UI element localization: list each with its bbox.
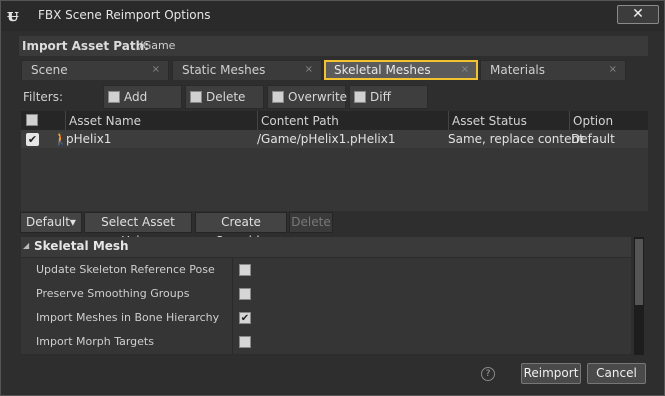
- reimport-options-window: ᵾ FBX Scene Reimport Options ✕ Import As…: [0, 0, 665, 396]
- tab-label: Static Meshes: [182, 63, 266, 77]
- filter-checkbox[interactable]: [354, 91, 366, 103]
- asset-table: Asset Name Content Path Asset Status Opt…: [21, 111, 648, 211]
- tab-close-icon[interactable]: ×: [152, 64, 160, 75]
- content-path-cell: /Game/pHelix1.pHelix1: [257, 132, 396, 146]
- asset-table-header: Asset Name Content Path Asset Status Opt…: [21, 111, 648, 142]
- delete-override-button[interactable]: Delete: [289, 212, 333, 233]
- import-path-value: /Game: [139, 39, 176, 52]
- column-header-asset-name[interactable]: Asset Name: [69, 114, 141, 128]
- filter-checkbox[interactable]: [108, 91, 120, 103]
- default-options-label: Default: [26, 215, 70, 229]
- filter-label: Add: [124, 90, 148, 104]
- tab-scene[interactable]: Scene ×: [21, 60, 169, 80]
- property-row: Import Meshes in Bone Hierarchy ✔: [21, 306, 631, 330]
- column-divider[interactable]: [65, 111, 66, 130]
- tab-static-meshes[interactable]: Static Meshes ×: [172, 60, 322, 80]
- filter-checkbox[interactable]: [190, 91, 202, 103]
- chevron-down-icon: ▾: [69, 215, 76, 229]
- asset-name-cell: pHelix1: [66, 132, 112, 146]
- property-label: Import Morph Targets: [36, 335, 154, 348]
- property-label: Import Meshes in Bone Hierarchy: [36, 311, 220, 324]
- column-divider[interactable]: [569, 111, 570, 130]
- unreal-logo-icon: ᵾ: [7, 5, 19, 26]
- asset-status-cell: Same, replace content: [448, 132, 584, 146]
- property-row: Preserve Smoothing Groups: [21, 282, 631, 306]
- column-header-asset-status[interactable]: Asset Status: [452, 114, 527, 128]
- details-scrollbar[interactable]: [634, 237, 644, 355]
- select-all-checkbox[interactable]: [26, 114, 38, 126]
- tab-label: Materials: [490, 63, 546, 77]
- filter-diff-toggle[interactable]: Diff: [349, 85, 428, 109]
- close-button[interactable]: ✕: [617, 5, 659, 24]
- category-skeletal-mesh[interactable]: ◢ Skeletal Mesh: [21, 237, 631, 257]
- property-label: Preserve Smoothing Groups: [36, 287, 190, 300]
- filter-checkbox[interactable]: [272, 91, 284, 103]
- import-path-label: Import Asset Path:: [22, 39, 149, 53]
- filter-label: Overwrite: [288, 90, 348, 104]
- column-header-content-path[interactable]: Content Path: [261, 114, 339, 128]
- option-name-cell: Default: [571, 132, 615, 146]
- property-divider[interactable]: [232, 282, 233, 306]
- help-icon[interactable]: ?: [481, 367, 495, 381]
- reimport-button[interactable]: Reimport: [521, 363, 581, 384]
- import-path-row: Import Asset Path: /Game: [19, 36, 648, 56]
- property-label: Update Skeleton Reference Pose: [36, 263, 215, 276]
- import-meshes-in-bone-hierarchy-checkbox[interactable]: ✔: [239, 312, 251, 324]
- column-divider[interactable]: [448, 111, 449, 130]
- window-title: FBX Scene Reimport Options: [38, 8, 211, 22]
- tab-close-icon[interactable]: ×: [305, 64, 313, 75]
- tab-skeletal-meshes[interactable]: Skeletal Meshes ×: [324, 60, 478, 80]
- property-divider[interactable]: [232, 258, 233, 282]
- title-bar[interactable]: ᵾ FBX Scene Reimport Options ✕: [1, 1, 664, 31]
- filters-label: Filters:: [23, 90, 64, 104]
- filter-label: Diff: [370, 90, 391, 104]
- property-row: Import Morph Targets: [21, 330, 631, 354]
- column-divider[interactable]: [257, 111, 258, 130]
- details-panel: ◢ Skeletal Mesh Update Skeleton Referenc…: [21, 237, 631, 355]
- tab-materials[interactable]: Materials ×: [480, 60, 626, 80]
- property-divider[interactable]: [232, 306, 233, 330]
- property-row: Update Skeleton Reference Pose: [21, 258, 631, 282]
- table-row[interactable]: ✔ 🚶 pHelix1 /Game/pHelix1.pHelix1 Same, …: [21, 130, 648, 148]
- collapse-triangle-icon[interactable]: ◢: [23, 241, 29, 250]
- import-morph-targets-checkbox[interactable]: [239, 336, 251, 348]
- row-checkbox[interactable]: ✔: [26, 133, 39, 146]
- scrollbar-thumb[interactable]: [635, 239, 643, 305]
- tab-close-icon[interactable]: ×: [609, 64, 617, 75]
- filter-delete-toggle[interactable]: Delete: [185, 85, 264, 109]
- filter-label: Delete: [206, 90, 246, 104]
- create-override-button[interactable]: Create Override: [195, 212, 287, 248]
- filter-overwrite-toggle[interactable]: Overwrite: [267, 85, 348, 109]
- tab-label: Scene: [31, 63, 68, 77]
- filter-add-toggle[interactable]: Add: [103, 85, 182, 109]
- preserve-smoothing-groups-checkbox[interactable]: [239, 288, 251, 300]
- cancel-button[interactable]: Cancel: [587, 363, 646, 384]
- select-asset-using-button[interactable]: Select Asset Using: [84, 212, 192, 248]
- property-divider[interactable]: [232, 330, 233, 354]
- tab-label: Skeletal Meshes: [334, 63, 431, 77]
- category-label: Skeletal Mesh: [34, 239, 129, 253]
- default-options-dropdown[interactable]: Default▾: [20, 212, 82, 233]
- update-skeleton-reference-pose-checkbox[interactable]: [239, 264, 251, 276]
- tab-close-icon[interactable]: ×: [461, 64, 469, 75]
